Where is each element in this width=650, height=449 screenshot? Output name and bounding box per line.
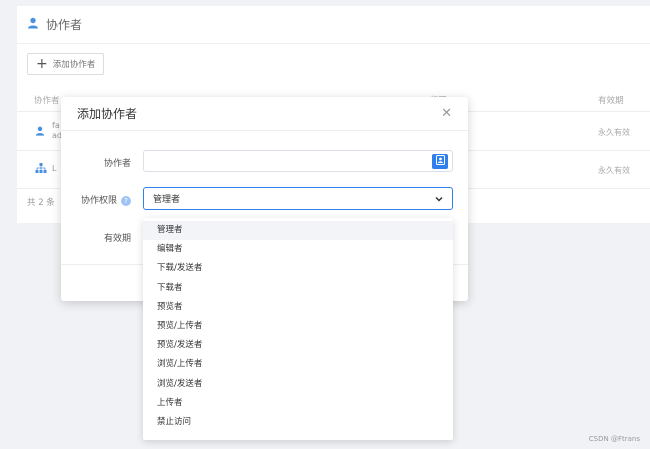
chevron-down-icon: [434, 194, 444, 207]
dropdown-option[interactable]: 编辑者: [143, 240, 453, 259]
contact-book-button[interactable]: [432, 154, 448, 169]
collaborator-label: 协作者: [103, 159, 131, 169]
dropdown-option[interactable]: 浏览/上传者: [143, 355, 453, 374]
permission-dropdown: 管理者 编辑者 下载/发送者 下载者 预览者 预览/上传者 预览/发送者 浏览/…: [143, 218, 453, 440]
collaborator-input[interactable]: [143, 150, 453, 172]
dropdown-option[interactable]: 预览者: [143, 298, 453, 317]
expiry-label: 有效期: [103, 234, 131, 244]
dropdown-option[interactable]: 禁止访问: [143, 413, 453, 432]
dropdown-option[interactable]: 预览/上传者: [143, 317, 453, 336]
dropdown-option[interactable]: 管理者: [143, 221, 453, 241]
dropdown-option[interactable]: 预览/发送者: [143, 336, 453, 355]
dropdown-option[interactable]: 上传者: [143, 394, 453, 413]
close-icon[interactable]: ✕: [441, 107, 452, 120]
permission-label: 协作权限?: [61, 193, 131, 206]
dropdown-option[interactable]: 下载/发送者: [143, 259, 453, 278]
help-icon[interactable]: ?: [121, 196, 131, 206]
modal-title: 添加协作者: [77, 107, 138, 121]
modal-header: 添加协作者 ✕: [61, 97, 468, 131]
dropdown-option[interactable]: 下载者: [143, 279, 453, 298]
permission-select[interactable]: 管理者: [143, 187, 453, 210]
permission-select-value: 管理者: [153, 195, 181, 205]
watermark: CSDN @Ftrans: [588, 435, 640, 443]
contact-book-icon: [435, 155, 445, 168]
dropdown-option[interactable]: 浏览/发送者: [143, 375, 453, 394]
